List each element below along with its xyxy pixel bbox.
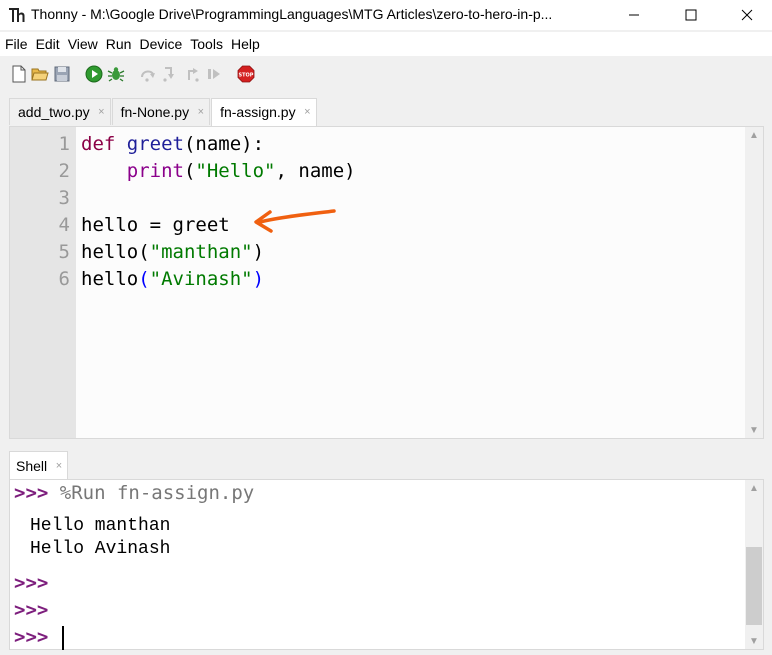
string-literal: "Hello": [195, 160, 276, 182]
code-editor[interactable]: 1 2 3 4 5 6 def greet(name): print("Hell…: [9, 126, 764, 439]
shell-prompt: >>>: [14, 572, 49, 594]
editor-scrollbar[interactable]: ▲ ▼: [745, 127, 763, 438]
code-text: (name):: [183, 133, 265, 155]
scroll-down-icon[interactable]: ▼: [745, 633, 763, 649]
tab-label: fn-assign.py: [220, 104, 296, 120]
menu-edit[interactable]: Edit: [33, 32, 63, 56]
save-icon[interactable]: [53, 65, 71, 83]
shell-command-line: >>> %Run fn-assign.py: [14, 480, 254, 507]
string-literal: "Avinash": [149, 268, 253, 290]
code-line-5: hello("manthan"): [81, 239, 264, 266]
scroll-down-icon[interactable]: ▼: [745, 422, 763, 438]
string-literal: "manthan": [149, 241, 253, 263]
open-file-icon[interactable]: [31, 65, 49, 83]
shell-input-line[interactable]: >>>: [14, 624, 65, 651]
stop-label: STOP: [239, 73, 254, 79]
shell-prompt: >>>: [14, 599, 49, 621]
debug-icon[interactable]: [107, 65, 125, 83]
shell-tabs: Shell ×: [9, 451, 69, 480]
code-text: hello: [81, 241, 139, 263]
tab-close-icon[interactable]: ×: [56, 452, 62, 480]
code-line-2: print("Hello", name): [81, 158, 356, 185]
shell-scrollbar[interactable]: ▲ ▼: [745, 480, 763, 649]
shell-console[interactable]: >>> %Run fn-assign.py Hello manthan Hell…: [9, 479, 764, 650]
line-number: 4: [58, 214, 70, 236]
code-text: hello = greet: [81, 214, 230, 236]
menu-tools[interactable]: Tools: [187, 32, 226, 56]
step-over-icon[interactable]: [139, 65, 157, 83]
code-text: ): [252, 241, 265, 263]
code-line-1: def greet(name):: [81, 131, 264, 158]
close-icon: [741, 9, 753, 21]
tab-close-icon[interactable]: ×: [304, 99, 310, 126]
menu-device[interactable]: Device: [136, 32, 185, 56]
code-text: (: [138, 241, 150, 263]
title-bar: Thonny - M:\Google Drive\ProgrammingLang…: [0, 0, 772, 30]
editor-tabs: add_two.py × fn-None.py × fn-assign.py ×: [9, 98, 318, 126]
shell-output-line: Hello manthan: [30, 516, 171, 536]
tab-close-icon[interactable]: ×: [198, 99, 204, 126]
run-command: %Run fn-assign.py: [59, 482, 255, 504]
thonny-logo-icon: [9, 8, 25, 22]
scroll-up-icon[interactable]: ▲: [745, 480, 763, 496]
function-name: greet: [126, 133, 184, 155]
menu-help[interactable]: Help: [228, 32, 263, 56]
line-number: 6: [58, 268, 70, 290]
shell-prompt-line: >>>: [14, 570, 48, 597]
tab-fn-none[interactable]: fn-None.py ×: [111, 98, 211, 126]
close-button[interactable]: [724, 0, 770, 30]
shell-prompt-line: >>>: [14, 597, 48, 624]
keyword: def: [81, 133, 116, 155]
minimize-icon: [629, 14, 639, 16]
minimize-button[interactable]: [611, 0, 657, 30]
shell-prompt: >>>: [14, 626, 49, 648]
stop-icon[interactable]: STOP: [237, 65, 255, 83]
code-line-4: hello = greet: [81, 212, 230, 239]
maximize-icon: [685, 9, 697, 21]
code-line-6: hello("Avinash"): [81, 266, 264, 293]
menu-bar: File Edit View Run Device Tools Help: [0, 32, 772, 56]
tab-close-icon[interactable]: ×: [98, 99, 104, 126]
scroll-up-icon[interactable]: ▲: [745, 127, 763, 143]
step-into-icon[interactable]: [161, 65, 179, 83]
tab-fn-assign[interactable]: fn-assign.py ×: [211, 98, 317, 126]
step-out-icon[interactable]: [183, 65, 201, 83]
line-number: 2: [58, 160, 70, 182]
menu-run[interactable]: Run: [103, 32, 135, 56]
toolbar: STOP: [0, 58, 772, 90]
maximize-button[interactable]: [668, 0, 714, 30]
line-number: 3: [58, 187, 70, 209]
matched-paren: (: [138, 268, 150, 290]
code-text: hello: [81, 268, 139, 290]
scrollbar-thumb[interactable]: [746, 547, 762, 625]
shell-output-line: Hello Avinash: [30, 539, 171, 559]
code-text: (: [183, 160, 196, 182]
tab-label: Shell: [16, 458, 48, 474]
code-text: , name): [275, 160, 356, 182]
tab-add-two[interactable]: add_two.py ×: [9, 98, 111, 125]
shell-prompt: >>>: [14, 482, 49, 504]
line-number: 5: [58, 241, 70, 263]
tab-label: fn-None.py: [120, 104, 190, 120]
text-cursor: [62, 625, 65, 650]
tab-label: add_two.py: [18, 104, 90, 120]
run-icon[interactable]: [85, 65, 103, 83]
line-number-gutter: 1 2 3 4 5 6: [10, 127, 76, 438]
menu-file[interactable]: File: [2, 32, 31, 56]
line-number: 1: [58, 133, 70, 155]
new-file-icon[interactable]: [10, 65, 28, 83]
resume-icon[interactable]: [205, 65, 223, 83]
matched-paren: ): [252, 268, 265, 290]
tab-shell[interactable]: Shell ×: [9, 451, 69, 480]
menu-view[interactable]: View: [65, 32, 101, 56]
window-title: Thonny - M:\Google Drive\ProgrammingLang…: [31, 6, 553, 22]
annotation-arrow: [254, 209, 336, 233]
builtin-name: print: [126, 160, 184, 182]
